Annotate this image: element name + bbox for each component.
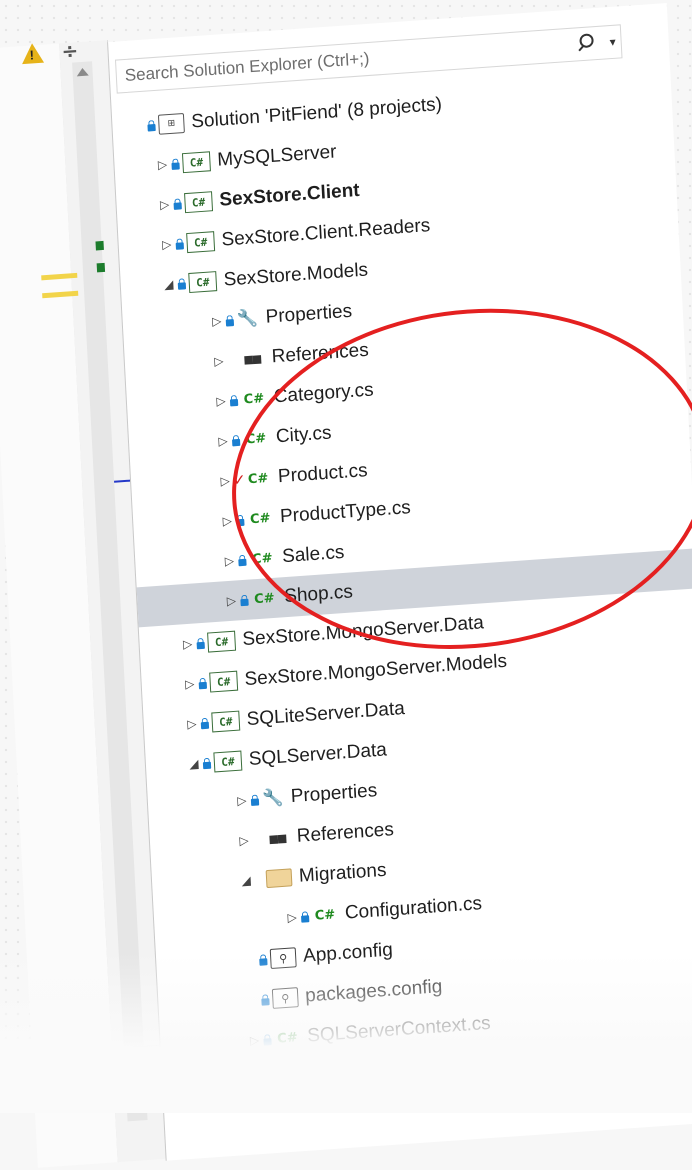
collapse-arrow-icon[interactable]: ◢ (186, 756, 203, 772)
expand-arrow-icon[interactable]: ▷ (156, 197, 173, 212)
csharp-file-icon: C# (249, 510, 271, 527)
lock-icon (202, 757, 213, 769)
scroll-up-arrow-icon[interactable] (76, 67, 89, 77)
expand-arrow-icon[interactable]: ▷ (154, 157, 171, 172)
expand-arrow-icon[interactable]: ▷ (211, 354, 228, 369)
lock-icon (200, 717, 211, 729)
lock-icon (177, 278, 188, 290)
lock-icon (300, 911, 311, 923)
expand-arrow-icon[interactable]: ▷ (223, 593, 240, 609)
lock-icon (172, 198, 183, 210)
tree-item-label: References (271, 339, 370, 368)
expand-arrow-icon[interactable]: ▷ (208, 314, 225, 329)
collapse-arrow-icon[interactable]: ◢ (160, 277, 177, 292)
csharp-file-icon: C# (251, 550, 273, 567)
search-icon[interactable] (570, 27, 605, 59)
wrench-icon: 🔧 (261, 787, 284, 810)
csharp-project-icon: C# (181, 151, 211, 174)
tree-item-label: ProductType.cs (279, 497, 412, 528)
tree-item-label: SexStore.Models (223, 259, 369, 291)
lock-spacer (227, 360, 239, 361)
lock-spacer (254, 879, 266, 880)
tree-item-label: Migrations (298, 859, 387, 887)
checked-out-icon: ✓ (232, 470, 247, 490)
csharp-project-icon: C# (213, 750, 243, 773)
lock-icon (229, 394, 240, 406)
csharp-file-icon: C# (245, 430, 267, 447)
csharp-file-icon: C# (314, 906, 336, 924)
solution-tree: ⊞ Solution 'PitFiend' (8 projects) ▷ C# MySQ… (112, 69, 692, 1107)
expand-arrow-icon[interactable]: ▷ (217, 473, 234, 489)
tree-item-label: Product.cs (277, 460, 369, 488)
lock-icon (231, 434, 242, 446)
expand-arrow-icon[interactable]: ▷ (221, 553, 238, 569)
tree-item-label: SexStore.Client.Readers (221, 215, 431, 251)
tree-item-label: City.cs (275, 422, 332, 448)
csharp-project-icon: C# (186, 231, 216, 254)
bottom-fade (0, 953, 692, 1113)
expand-arrow-icon[interactable]: ▷ (219, 513, 236, 529)
expand-arrow-icon[interactable]: ▷ (236, 833, 253, 848)
lock-icon (174, 238, 185, 250)
csharp-file-icon: C# (247, 470, 269, 487)
search-options-dropdown-icon[interactable]: ▾ (604, 26, 622, 57)
lock-icon (146, 119, 157, 131)
lock-icon (195, 637, 206, 649)
change-marker-green (95, 240, 104, 251)
tree-item-label: Shop.cs (283, 581, 354, 608)
lock-icon (250, 794, 261, 806)
solution-icon: ⊞ (157, 112, 185, 135)
csharp-file-icon: C# (243, 390, 265, 407)
expand-arrow-icon[interactable]: ▷ (234, 793, 251, 808)
split-editor-icon[interactable]: ÷ (61, 38, 79, 63)
tree-item-label: Properties (265, 300, 353, 328)
lock-icon (237, 554, 248, 566)
expand-arrow-icon[interactable]: ▷ (179, 636, 196, 652)
tree-item-label: Category.cs (273, 379, 375, 408)
references-icon: ■■ (243, 351, 261, 366)
warning-icon[interactable] (21, 42, 45, 65)
lock-icon (170, 158, 181, 170)
lock-icon (224, 314, 235, 326)
references-icon: ■■ (268, 831, 286, 846)
lock-spacer (252, 839, 264, 840)
csharp-file-icon: C# (253, 590, 275, 607)
csharp-project-icon: C# (207, 630, 237, 653)
tree-item-label: SexStore.Client (218, 179, 361, 211)
wrench-icon: 🔧 (236, 308, 259, 330)
tree-item-label: Configuration.cs (344, 893, 483, 924)
tree-item-label: SQLServer.Data (248, 739, 388, 771)
collapse-arrow-icon[interactable]: ◢ (238, 873, 255, 888)
tree-item-label: SQLiteServer.Data (246, 698, 406, 731)
lock-icon (197, 677, 208, 689)
lock-icon (235, 514, 246, 526)
folder-icon (265, 868, 293, 889)
tree-item-label: Sale.cs (281, 541, 345, 568)
tree-item-label: MySQLServer (216, 141, 337, 171)
expand-arrow-icon[interactable]: ▷ (158, 237, 175, 252)
csharp-project-icon: C# (188, 271, 218, 294)
expand-arrow-icon[interactable]: ▷ (213, 394, 230, 409)
lock-icon (239, 594, 250, 606)
csharp-project-icon: C# (209, 670, 239, 693)
expand-arrow-icon[interactable]: ▷ (181, 676, 198, 692)
visual-studio-window: ÷ ▾ ⊞Solution 'PitFiend' (8 projects)▷C#… (0, 0, 692, 1168)
change-marker-green (96, 262, 106, 273)
expand-arrow-icon[interactable]: ▷ (284, 910, 301, 925)
tree-item-label: References (296, 819, 395, 847)
expand-arrow-icon[interactable]: ▷ (215, 433, 232, 449)
csharp-project-icon: C# (211, 710, 241, 733)
expand-arrow-icon[interactable]: ▷ (184, 716, 201, 732)
csharp-project-icon: C# (184, 191, 214, 214)
tree-item-label: Properties (290, 780, 378, 808)
